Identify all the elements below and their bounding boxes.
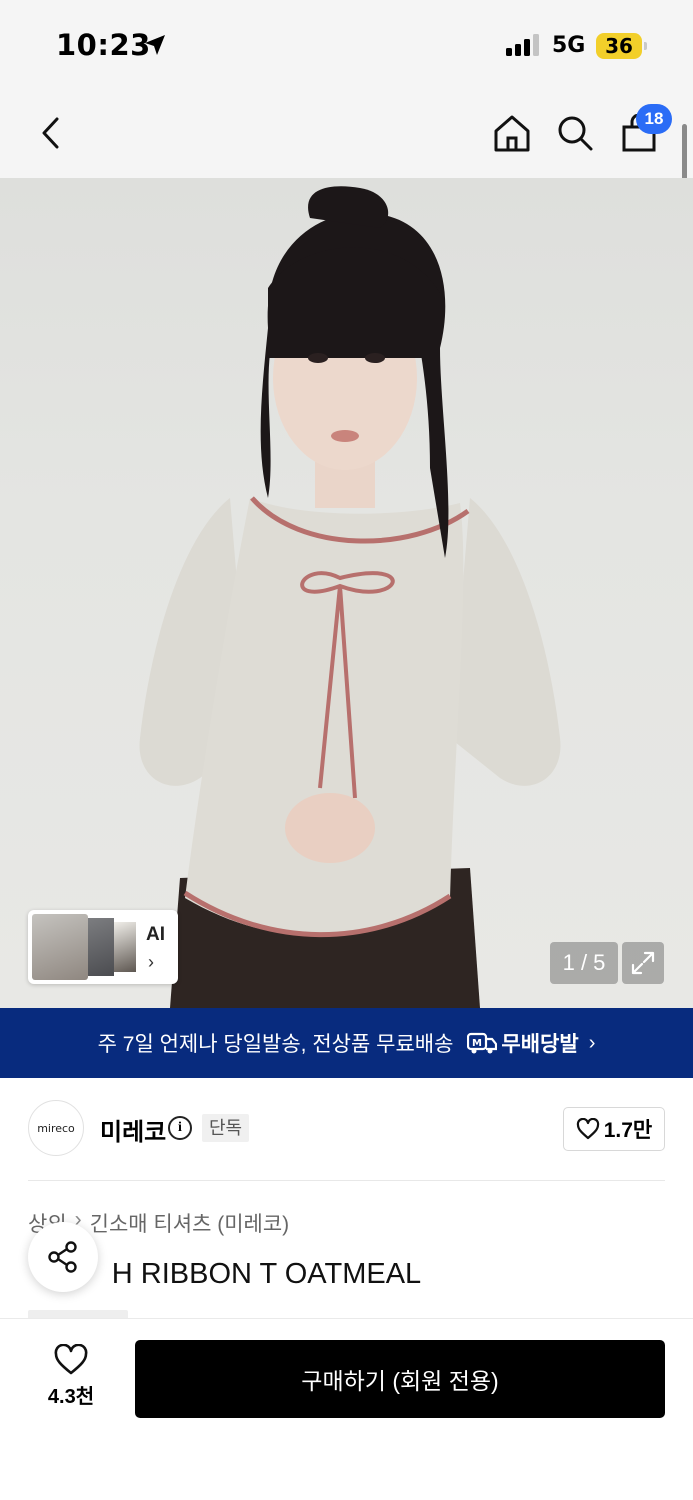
image-page-counter: 1 / 5 [550, 942, 618, 984]
brand-name[interactable]: 미레코 [100, 1112, 166, 1147]
top-nav-bar [0, 92, 693, 178]
breadcrumb-item-subcategory[interactable]: 긴소매 티셔츠 (미레코) [90, 1208, 290, 1238]
promo-text: 주 7일 언제나 당일발송, 전상품 무료배송 [97, 1033, 454, 1056]
chevron-left-icon [42, 117, 59, 149]
buy-button[interactable]: 구매하기 (회원 전용) [135, 1340, 665, 1418]
expand-image-button[interactable] [622, 942, 664, 984]
thumbnail-image [32, 914, 88, 980]
free-shipping-banner[interactable]: 주 7일 언제나 당일발송, 전상품 무료배송 M 무배당발 › [0, 1008, 693, 1078]
search-button[interactable] [550, 108, 600, 158]
share-button[interactable] [28, 1222, 98, 1292]
info-icon[interactable]: i [168, 1116, 192, 1140]
exclusive-tag: 단독 [202, 1114, 250, 1142]
promo-logo-text: 무배당발 [501, 1033, 579, 1056]
battery-icon: 36 [596, 33, 642, 59]
brand-logo[interactable]: mireco [28, 1100, 84, 1156]
brand-like-button[interactable]: 1.7만 [563, 1107, 665, 1151]
status-bar: 10:23 5G 36 [0, 0, 693, 92]
wishlist-count: 4.3천 [47, 1386, 95, 1408]
home-icon [494, 115, 530, 152]
thumbnail-image [114, 922, 136, 972]
chevron-right-icon: › [148, 952, 154, 972]
back-button[interactable] [26, 108, 76, 158]
ai-styling-thumbnails[interactable]: AI › [28, 910, 178, 984]
svg-text:M: M [472, 1038, 482, 1049]
search-icon [558, 116, 593, 151]
cellular-signal-icon [506, 34, 540, 61]
ai-label: AI [146, 924, 165, 945]
product-image[interactable] [0, 178, 693, 1008]
divider [28, 1180, 665, 1181]
brand-like-count: 1.7만 [603, 1119, 653, 1142]
location-arrow-icon [143, 33, 167, 62]
status-time: 10:23 [56, 28, 151, 62]
heart-icon [54, 1344, 88, 1375]
battery-nub [644, 42, 647, 50]
network-type: 5G [552, 33, 586, 58]
heart-icon [576, 1118, 599, 1140]
expand-icon [631, 951, 655, 975]
delivery-truck-icon: M [467, 1032, 498, 1054]
promo-logo: M 무배당발 [467, 1028, 579, 1058]
thumbnail-image [88, 918, 114, 976]
cart-count-badge: 18 [636, 104, 672, 134]
home-button[interactable] [487, 108, 537, 158]
share-icon [48, 1241, 77, 1273]
wishlist-button[interactable]: 4.3천 [36, 1344, 106, 1414]
chevron-right-icon: › [588, 1031, 596, 1054]
